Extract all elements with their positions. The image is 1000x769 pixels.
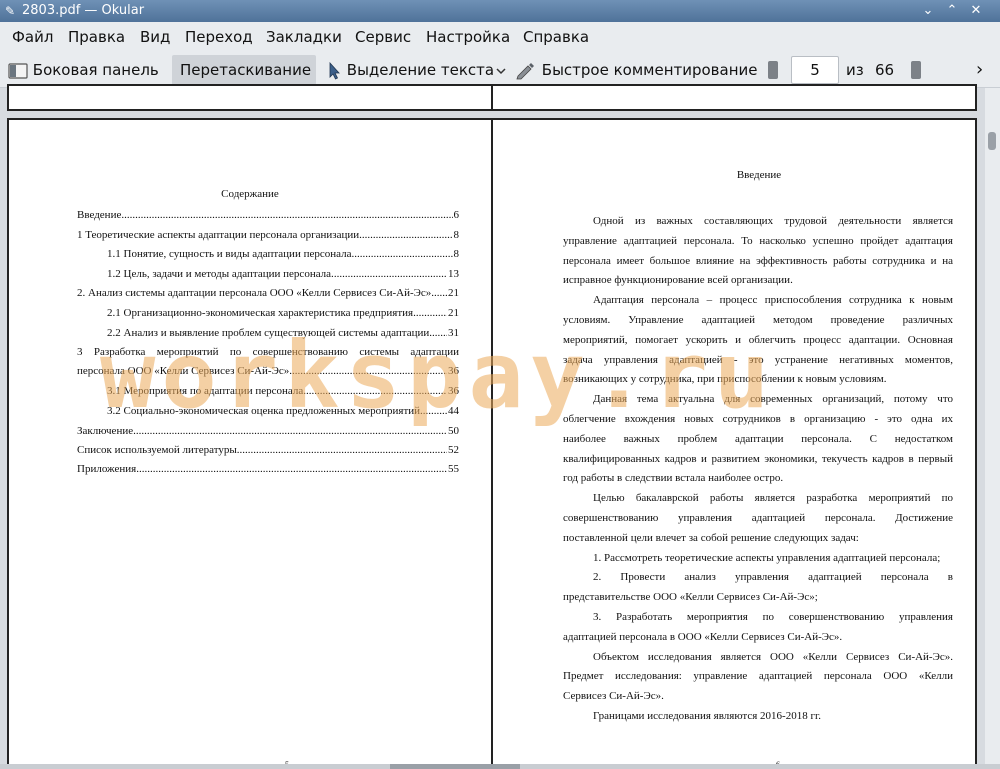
intro-text-line: 3. Разработать мероприятия по совершенст… [593, 611, 953, 623]
menu-settings[interactable]: Настройка [426, 28, 510, 46]
toc-entry-title: 1.1 Понятие, сущность и виды адаптации п… [107, 248, 355, 260]
toc-entry-page: 55 [448, 463, 459, 475]
tool-dropdown-button[interactable] [495, 55, 513, 85]
toc-entry-page: 8 [453, 248, 460, 260]
toc-entry-title: 1 Теоретические аспекты адаптации персон… [77, 229, 360, 241]
toc-entry-title: Список используемой литературы [77, 444, 237, 456]
browse-tool-button[interactable]: Перетаскивание [172, 55, 316, 85]
close-button[interactable]: ✕ [968, 3, 984, 19]
toc-entry: Список используемой литературы 52 [77, 443, 459, 457]
previous-page-left [7, 84, 493, 111]
page-of-label: из [846, 61, 864, 79]
intro-text-line: совершенствованию управления адаптацией … [563, 512, 953, 524]
menu-bookmarks[interactable]: Закладки [266, 28, 342, 46]
sidebar-icon [8, 62, 28, 79]
toc-entry-page: 52 [448, 444, 459, 456]
toc-entry-page: 13 [448, 268, 459, 280]
menu-go[interactable]: Переход [185, 28, 253, 46]
toc-leader-dots [334, 267, 447, 281]
intro-text-line: год работы в следствии встала наиболее о… [563, 472, 784, 485]
menu-help[interactable]: Справка [523, 28, 589, 46]
toc-entry-page: 6 [453, 209, 460, 221]
page-number-input[interactable]: 5 [791, 56, 839, 84]
toc-entry-page: 21 [448, 287, 459, 299]
toc-entry-title: Введение [77, 209, 122, 221]
toc-entry: Введение 6 [77, 208, 459, 222]
intro-text-line: Объектом исследования является ООО «Келл… [593, 650, 953, 663]
maximize-button[interactable]: ⌃ [944, 3, 960, 19]
toc-heading: Содержание [221, 188, 279, 200]
horizontal-scrollbar-thumb[interactable] [390, 764, 520, 769]
menu-view[interactable]: Вид [140, 28, 170, 46]
intro-text-line: Адаптация персонала – процесс приспособл… [593, 294, 953, 307]
toc-entry-title: 2. Анализ системы адаптации персонала ОО… [77, 287, 432, 299]
intro-text-line: представительстве ООО «Келли Сервисез Си… [563, 591, 818, 604]
menu-bar: Файл Правка Вид Переход Закладки Сервис … [0, 22, 1000, 52]
vertical-scrollbar-thumb[interactable] [988, 132, 996, 150]
sidebar-toggle-label: Боковая панель [32, 61, 159, 79]
toc-entry: 2. Анализ системы адаптации персонала ОО… [77, 286, 459, 300]
intro-text-line: Одной из важных составляющих трудовой де… [593, 215, 953, 227]
toc-entry: 1.1 Понятие, сущность и виды адаптации п… [107, 247, 459, 261]
intro-text-line: управление адаптацией персонала. То наск… [563, 234, 953, 247]
toolbar-overflow-button[interactable]: › [976, 55, 990, 85]
next-page-button[interactable] [911, 61, 921, 79]
toc-entry: 1 Теоретические аспекты адаптации персон… [77, 228, 459, 242]
intro-text-line: адаптацией персонала в ООО «Келли Сервис… [563, 630, 843, 643]
previous-page-right [491, 84, 977, 111]
sidebar-toggle-button[interactable]: Боковая панель [8, 55, 164, 85]
window-title: 2803.pdf — Okular [22, 3, 145, 18]
toc-entry: 1.2 Цель, задачи и методы адаптации перс… [107, 267, 459, 281]
menu-file[interactable]: Файл [12, 28, 53, 46]
intro-text-line: поставленной цели влечет за собой решени… [563, 531, 859, 544]
intro-text-line: исправное функционирование всей организа… [563, 274, 793, 287]
page-introduction: Введение Одной из важных составляющих тр… [491, 118, 977, 769]
menu-edit[interactable]: Правка [68, 28, 125, 46]
okular-app-icon: ✎ [5, 4, 16, 18]
quick-annotate-button[interactable]: Быстрое комментирование [515, 55, 758, 85]
title-bar: ✎ 2803.pdf — Okular ⌄ ⌃ ✕ [0, 0, 1000, 22]
intro-text-line: Предмет исследования: управление адаптац… [563, 670, 953, 683]
toc-entry: Приложения 55 [77, 462, 459, 476]
toc-leader-dots [136, 462, 447, 476]
previous-page-button[interactable] [768, 61, 778, 79]
minimize-button[interactable]: ⌄ [920, 3, 936, 19]
menu-tools[interactable]: Сервис [355, 28, 411, 46]
browse-tool-label: Перетаскивание [180, 61, 312, 79]
intro-text-line: Целью бакалаврской работы является разра… [593, 492, 953, 505]
intro-text-line: 1. Рассмотреть теоретические аспекты упр… [593, 551, 941, 564]
text-select-tool-label: Выделение текста [346, 61, 495, 79]
toc-entry-page: 8 [453, 229, 460, 241]
toc-leader-dots [237, 443, 447, 457]
page-table-of-contents: Содержание Введение 6 1 Теоретические аспе… [7, 118, 493, 769]
page-total-label: 66 [875, 61, 895, 79]
chevron-down-icon [496, 67, 506, 74]
cursor-arrow-icon [329, 61, 340, 80]
annotate-pen-icon [516, 62, 534, 79]
text-select-tool-button[interactable]: Выделение текста [326, 55, 495, 85]
toc-leader-dots [354, 247, 452, 261]
intro-text-line: 2. Провести анализ управления адаптацией… [593, 571, 953, 584]
toc-leader-dots [121, 208, 452, 222]
intro-text-line: Сервисез Си-Ай-Эс». [563, 690, 664, 703]
toc-entry-title: Приложения [77, 463, 137, 475]
toc-leader-dots [359, 228, 452, 242]
intro-text-line: Границами исследования являются 2016-201… [593, 710, 821, 722]
toc-leader-dots [431, 286, 447, 300]
watermark: workspay.ru [100, 322, 776, 429]
intro-heading: Введение [736, 169, 782, 181]
main-toolbar: Боковая панель Перетаскивание Выделение … [0, 52, 1000, 88]
quick-annotate-label: Быстрое комментирование [541, 61, 758, 79]
horizontal-scrollbar[interactable] [0, 764, 1000, 769]
vertical-scrollbar[interactable] [985, 88, 1000, 764]
intro-text-line: квалифицированных кадров и развитием эко… [563, 452, 953, 465]
intro-text-line: персонала имеет большое влияние на эффек… [563, 254, 953, 267]
toc-entry-title: 1.2 Цель, задачи и методы адаптации перс… [107, 268, 334, 280]
